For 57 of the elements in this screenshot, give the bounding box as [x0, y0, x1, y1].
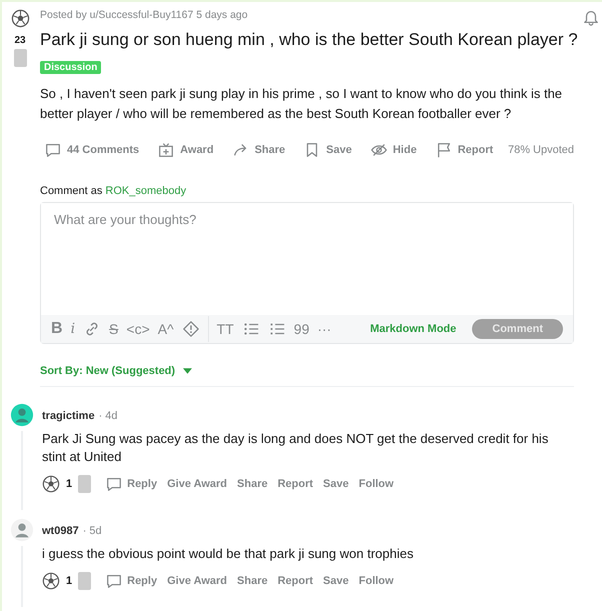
comment-icon: [105, 572, 124, 590]
post-title: Park ji sung or son hueng min , who is the better South Korean player ?: [40, 29, 578, 51]
gift-icon: [157, 141, 176, 159]
comment-action[interactable]: Report: [276, 575, 316, 587]
vote-count: 1: [66, 575, 72, 587]
upvote-ratio: 78% Upvoted: [508, 144, 574, 156]
format-tool[interactable]: <c>: [126, 321, 150, 337]
comment-age: · 4d: [98, 410, 118, 422]
comment-age: · 5d: [82, 525, 102, 537]
strikethrough-tool[interactable]: S: [109, 321, 118, 337]
caret-icon: [183, 368, 192, 374]
comment-text: Park Ji Sung was pacey as the day is long and does NOT get the deserved credit for his stint at United: [42, 430, 550, 466]
comment-editor-panel[interactable]: What are your thoughts? B i S <c> A^ TT 99 ··· Markdown Mode Comment: [40, 202, 574, 344]
format-tool[interactable]: A^: [158, 321, 174, 337]
comment-action[interactable]: Save: [321, 575, 351, 587]
comment-action[interactable]: Report: [276, 478, 316, 490]
avatar[interactable]: [10, 403, 34, 427]
comment-button[interactable]: Comment: [472, 319, 563, 339]
share-action[interactable]: Share: [228, 139, 290, 161]
comment-username[interactable]: wt0987: [42, 525, 79, 537]
comment-action[interactable]: Reply: [103, 572, 160, 590]
comment-action[interactable]: Give Award: [165, 478, 230, 490]
vote-count: 23: [14, 35, 26, 46]
soccer-ball-icon[interactable]: [42, 572, 60, 590]
heading-tool[interactable]: TT: [216, 321, 234, 337]
comment-action[interactable]: 44 Comments: [40, 139, 144, 161]
comment-text: i guess the obvious point would be that park ji sung won trophies: [42, 545, 414, 563]
comment-action[interactable]: Share: [235, 575, 270, 587]
comment-icon: [44, 141, 62, 159]
soccer-ball-icon[interactable]: [42, 475, 60, 493]
markdown-mode-button[interactable]: Markdown Mode: [370, 323, 456, 335]
comment-action[interactable]: Reply: [103, 475, 160, 493]
format-tool[interactable]: 99: [294, 321, 310, 337]
post-body: So , I haven't seen park ji sung play in his prime , so I want to know who do you think is the better player / who will be remembered as the best South Korean footballer ever ?: [40, 85, 564, 123]
hide-action[interactable]: Hide: [366, 139, 421, 161]
warning-icon[interactable]: [182, 320, 200, 338]
comment-action[interactable]: Share: [235, 478, 270, 490]
comment-action[interactable]: Follow: [356, 575, 396, 587]
vote-count: 1: [66, 478, 72, 490]
notification-bell-icon[interactable]: [582, 8, 600, 26]
comment-icon: [105, 475, 124, 493]
format-tool[interactable]: ···: [317, 321, 332, 337]
comment-username[interactable]: tragictime: [42, 410, 95, 422]
italic-tool[interactable]: i: [70, 321, 76, 337]
comment-action[interactable]: Give Award: [165, 575, 230, 587]
comment-as-label: Comment as ROK_somebody: [40, 185, 188, 197]
report-action[interactable]: Report: [430, 139, 498, 161]
soccer-ball-icon[interactable]: [10, 9, 30, 28]
flair-tag[interactable]: Discussion: [40, 61, 102, 74]
post-meta: Posted by u/Successful-Buy1167 5 days ago: [40, 9, 249, 21]
format-tool[interactable]: B: [51, 320, 63, 338]
avatar[interactable]: [10, 518, 34, 542]
comment-action[interactable]: Follow: [356, 478, 396, 490]
award-action[interactable]: Award: [153, 139, 218, 161]
sort-dropdown[interactable]: Sort By: New (Suggested): [40, 365, 192, 377]
comment-action[interactable]: Save: [321, 478, 351, 490]
save-action[interactable]: Save: [299, 139, 356, 161]
